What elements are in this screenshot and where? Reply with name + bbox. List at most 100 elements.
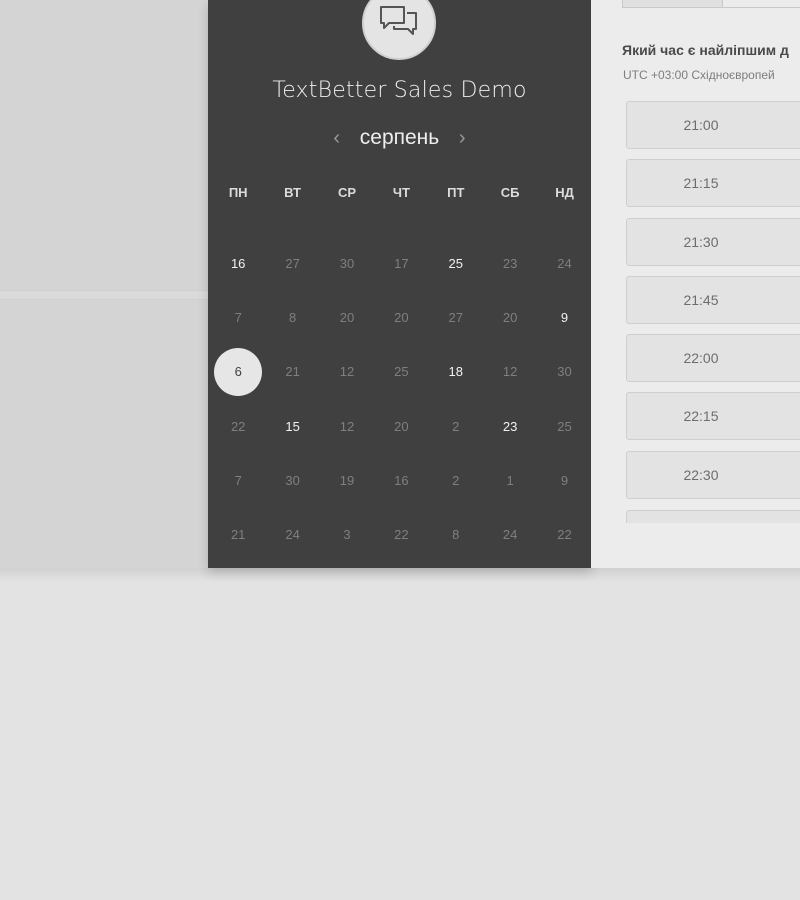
weekday-label: ПТ — [447, 185, 465, 200]
calendar-day: 20 — [483, 290, 537, 344]
day-number: 8 — [452, 527, 460, 543]
calendar-day-available[interactable]: 23 — [483, 399, 537, 453]
chat-bubbles-icon — [378, 4, 420, 43]
calendar-day: 21 — [265, 345, 319, 399]
day-number: 3 — [343, 527, 351, 543]
weekday-label: ВТ — [284, 185, 301, 200]
calendar-day-available[interactable]: 9 — [537, 290, 591, 344]
calendar-day: 7 — [211, 290, 265, 344]
day-number: 16 — [230, 255, 246, 271]
calendar-day: 20 — [320, 290, 374, 344]
day-number: 27 — [448, 309, 463, 325]
calendar-day: 30 — [537, 345, 591, 399]
calendar-day: 20 — [374, 399, 428, 453]
day-number: 24 — [285, 527, 300, 543]
day-number: 15 — [285, 418, 300, 434]
calendar-day: 7 — [211, 453, 265, 507]
month-navigation: ‹ серпень › — [208, 124, 591, 152]
time-slot[interactable]: 21:30 — [626, 217, 800, 266]
calendar-day: 30 — [265, 453, 319, 507]
weekday-label: СБ — [500, 185, 520, 200]
day-number: 21 — [230, 527, 246, 543]
time-slot[interactable]: 22:15 — [626, 392, 800, 441]
day-number: 20 — [394, 418, 409, 434]
calendar-day: 21 — [211, 507, 265, 561]
chevron-right-icon[interactable]: › — [453, 128, 471, 148]
calendar-day: 12 — [320, 345, 374, 399]
weekday-header: ПН ВТ СР ЧТ ПТ СБ НД — [211, 185, 593, 200]
day-number: 30 — [339, 255, 355, 271]
calendar-day: 19 — [320, 453, 374, 507]
calendar-day: 2 — [429, 453, 483, 507]
day-number: 19 — [339, 472, 355, 488]
calendar-day: 17 — [374, 236, 428, 290]
background-divider — [0, 290, 210, 300]
time-slot[interactable]: 22:00 — [626, 334, 800, 383]
view-tab[interactable] — [721, 0, 800, 7]
day-number: 30 — [557, 364, 572, 380]
calendar-day-available[interactable]: 18 — [429, 345, 483, 399]
day-number: 30 — [285, 472, 300, 488]
day-number: 12 — [339, 418, 355, 434]
day-number: 24 — [502, 527, 518, 543]
day-number: 23 — [502, 255, 518, 271]
month-label: серпень — [359, 126, 440, 149]
chevron-left-icon[interactable]: ‹ — [328, 128, 346, 148]
day-number: 9 — [560, 309, 569, 325]
day-number: 27 — [285, 255, 300, 271]
view-tab[interactable] — [623, 0, 722, 7]
calendar-day: 27 — [429, 290, 483, 344]
day-number: 6 — [214, 347, 263, 396]
time-slot[interactable]: 21:15 — [626, 159, 800, 208]
day-number: 17 — [394, 255, 409, 271]
day-number: 1 — [506, 472, 514, 488]
calendar-day: 22 — [211, 399, 265, 453]
day-number: 20 — [502, 309, 518, 325]
day-number: 24 — [557, 255, 572, 271]
time-slot[interactable]: 22:30 — [626, 450, 800, 499]
calendar-day: 16 — [374, 453, 428, 507]
company-logo — [362, 0, 436, 60]
calendar-day: 1 — [483, 453, 537, 507]
calendar-day-available[interactable]: 16 — [211, 236, 265, 290]
calendar-day: 8 — [265, 290, 319, 344]
calendar-day: 25 — [537, 399, 591, 453]
calendar-day-available[interactable]: 15 — [265, 399, 319, 453]
calendar-day: 23 — [483, 236, 537, 290]
time-slot[interactable] — [626, 510, 800, 523]
day-number: 18 — [448, 364, 463, 380]
time-slot[interactable]: 21:45 — [626, 275, 800, 324]
day-number: 9 — [560, 472, 569, 488]
day-number: 16 — [394, 472, 409, 488]
day-number: 25 — [448, 255, 463, 271]
day-number: 20 — [394, 309, 409, 325]
calendar-day: 24 — [537, 236, 591, 290]
weekday-label: НД — [555, 185, 574, 200]
calendar-day-selected[interactable]: 6 — [211, 345, 265, 399]
calendar-day-available[interactable]: 25 — [429, 236, 483, 290]
calendar-day: 24 — [483, 507, 537, 561]
day-number: 22 — [557, 527, 572, 543]
day-number: 8 — [288, 309, 297, 325]
time-slot[interactable]: 21:00 — [626, 101, 800, 149]
calendar-day: 24 — [265, 507, 319, 561]
day-number: 22 — [394, 527, 409, 543]
calendar-day: 3 — [320, 507, 374, 561]
time-question: Який час є найліпшим д — [622, 42, 789, 58]
day-number: 21 — [285, 364, 300, 380]
day-number: 7 — [234, 309, 242, 325]
calendar-day: 12 — [320, 399, 374, 453]
day-number: 2 — [452, 472, 460, 488]
calendar-day: 25 — [374, 345, 428, 399]
timezone-selector[interactable]: UTC +03:00 Східноєвропей — [623, 68, 775, 82]
day-number: 23 — [502, 418, 518, 434]
weekday-label: ЧТ — [392, 185, 410, 200]
weekday-label: ПН — [228, 185, 248, 200]
day-number: 12 — [502, 364, 518, 380]
event-title: TextBetter Sales Demo — [272, 78, 527, 103]
widget-shadow — [0, 568, 800, 582]
calendar-day: 22 — [537, 507, 591, 561]
calendar-day: 12 — [483, 345, 537, 399]
calendar-day: 27 — [265, 236, 319, 290]
day-number: 20 — [339, 309, 355, 325]
